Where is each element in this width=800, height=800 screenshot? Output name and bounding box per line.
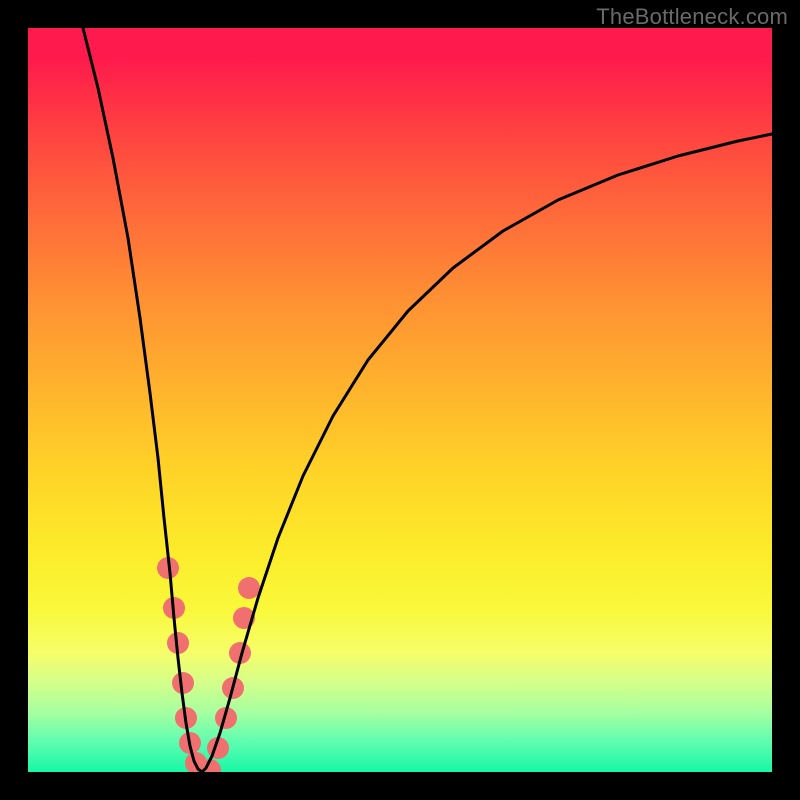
curves-svg [28,28,772,772]
bottleneck-marker [238,577,260,599]
watermark-text: TheBottleneck.com [596,4,788,30]
plot-area [28,28,772,772]
chart-frame: TheBottleneck.com [0,0,800,800]
curve-layer [83,28,772,772]
